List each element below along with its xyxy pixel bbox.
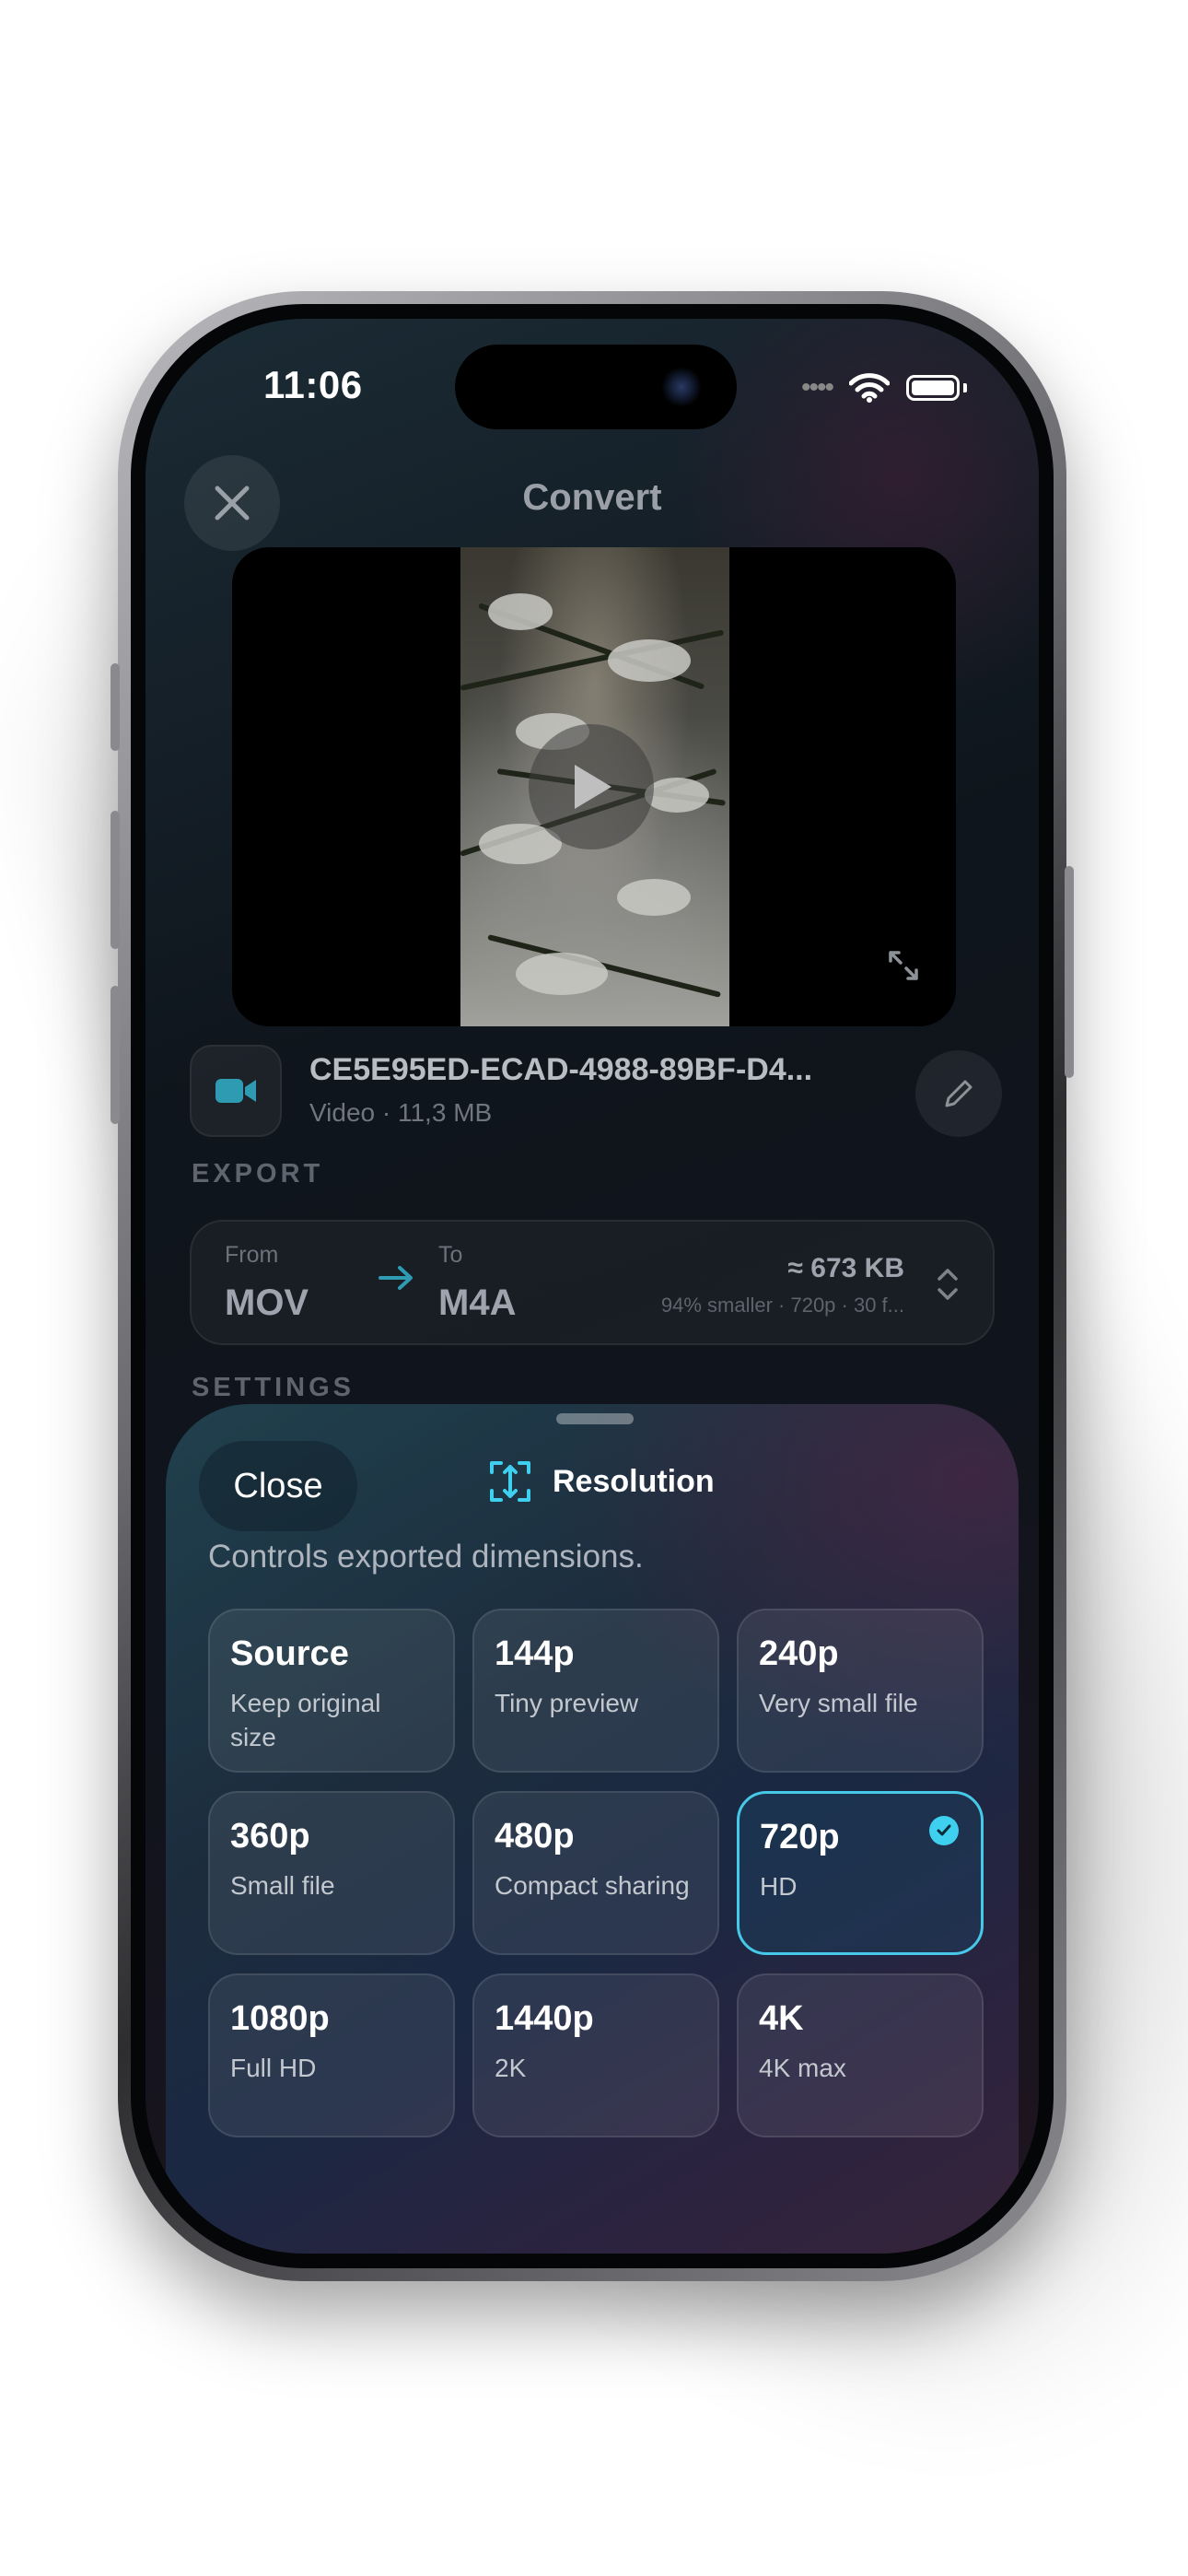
option-title: 1440p	[495, 1999, 594, 2038]
file-type-badge	[190, 1045, 282, 1137]
resolution-grid: Source Keep original size 144p Tiny prev…	[208, 1609, 984, 2137]
option-subtitle: HD	[760, 1872, 798, 1901]
option-subtitle: Very small file	[759, 1689, 918, 1717]
resolution-option-1440p[interactable]: 1440p 2K	[472, 1973, 719, 2137]
arrow-right-icon	[378, 1264, 414, 1296]
file-meta: Video · 11,3 MB	[309, 1098, 493, 1127]
sheet-grabber[interactable]	[556, 1413, 634, 1424]
volume-down-button	[111, 986, 120, 1124]
file-name: CE5E95ED-ECAD-4988-89BF-D4...	[309, 1052, 813, 1087]
resolution-option-240p[interactable]: 240p Very small file	[737, 1609, 984, 1773]
from-label: From	[225, 1242, 279, 1268]
screen: 11:06 •••• Convert CE5E95ED-ECAD-4988-89…	[146, 319, 1039, 2254]
resolution-option-720p[interactable]: 720p HD	[737, 1791, 984, 1955]
video-camera-icon	[215, 1079, 256, 1103]
expand-icon	[889, 951, 918, 980]
option-subtitle: 2K	[495, 2054, 527, 2082]
pencil-icon	[945, 1080, 973, 1107]
resolution-option-4k[interactable]: 4K 4K max	[737, 1973, 984, 2137]
option-title: 4K	[759, 1999, 804, 2038]
option-title: 360p	[230, 1817, 310, 1856]
play-button[interactable]	[529, 724, 654, 849]
checkmark-icon	[929, 1816, 959, 1845]
option-subtitle: 4K max	[759, 2054, 846, 2082]
estimated-size: ≈ 673 KB	[787, 1253, 904, 1283]
option-subtitle: Keep original size	[230, 1689, 381, 1751]
option-title: 240p	[759, 1634, 839, 1673]
resolution-sheet: Close Resolution Controls exported dimen…	[166, 1404, 1019, 2254]
export-details: 94% smaller · 720p · 30 f...	[660, 1294, 904, 1317]
option-subtitle: Compact sharing	[495, 1871, 690, 1900]
option-title: 144p	[495, 1634, 575, 1673]
cellular-icon: ••••	[800, 372, 834, 403]
action-button	[111, 663, 120, 751]
resolution-option-144p[interactable]: 144p Tiny preview	[472, 1609, 719, 1773]
to-format: M4A	[438, 1282, 517, 1323]
wifi-icon	[849, 373, 890, 403]
option-subtitle: Full HD	[230, 2054, 317, 2082]
sheet-title-text: Resolution	[553, 1463, 715, 1499]
option-title: 1080p	[230, 1999, 330, 2038]
side-button	[1065, 866, 1074, 1078]
option-subtitle: Tiny preview	[495, 1689, 639, 1717]
chevron-up-down-icon	[936, 1266, 960, 1307]
resolution-option-source[interactable]: Source Keep original size	[208, 1609, 455, 1773]
status-time: 11:06	[263, 363, 363, 406]
expand-button[interactable]	[888, 950, 919, 986]
file-info-row: CE5E95ED-ECAD-4988-89BF-D4... Video · 11…	[190, 1045, 1002, 1137]
rename-button[interactable]	[915, 1050, 1002, 1137]
resolution-option-480p[interactable]: 480p Compact sharing	[472, 1791, 719, 1955]
page-title: Convert	[522, 477, 662, 518]
option-title: Source	[230, 1634, 349, 1673]
resolution-option-1080p[interactable]: 1080p Full HD	[208, 1973, 455, 2137]
option-subtitle: Small file	[230, 1871, 335, 1900]
export-format-card[interactable]: From MOV To M4A ≈ 673 KB 94% smaller · 7…	[190, 1220, 995, 1345]
video-preview[interactable]	[232, 547, 956, 1026]
from-format: MOV	[225, 1282, 309, 1323]
front-camera	[661, 367, 702, 407]
sheet-title: Resolution	[486, 1458, 715, 1505]
play-icon	[575, 765, 611, 809]
sheet-description: Controls exported dimensions.	[208, 1539, 644, 1575]
status-icons: ••••	[801, 372, 967, 404]
resolution-option-360p[interactable]: 360p Small file	[208, 1791, 455, 1955]
option-title: 480p	[495, 1817, 575, 1856]
battery-tip	[963, 383, 967, 392]
settings-section-label: SETTINGS	[192, 1373, 355, 1402]
volume-up-button	[111, 811, 120, 949]
battery-icon	[906, 375, 960, 401]
to-label: To	[438, 1242, 463, 1268]
resize-icon	[490, 1461, 530, 1502]
sheet-close-button[interactable]: Close	[199, 1441, 357, 1531]
export-section-label: EXPORT	[192, 1159, 324, 1188]
